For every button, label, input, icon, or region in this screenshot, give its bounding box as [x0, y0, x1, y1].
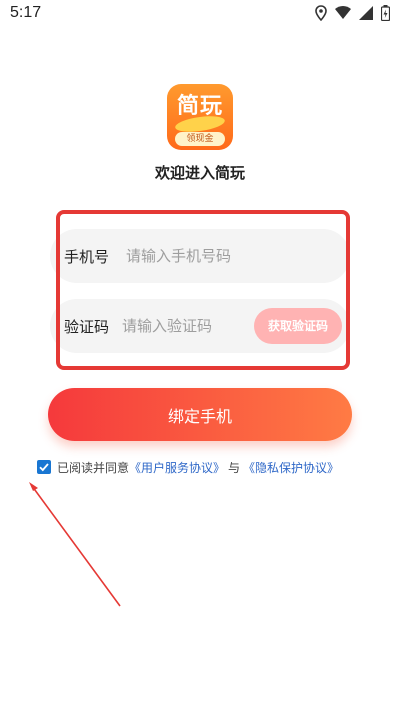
status-bar: 5:17 — [0, 0, 400, 28]
app-logo: 简玩 领现金 — [167, 84, 233, 150]
signal-icon — [359, 6, 373, 20]
bind-phone-button[interactable]: 绑定手机 — [48, 388, 352, 441]
logo-subtitle: 领现金 — [175, 132, 225, 146]
location-icon — [315, 5, 327, 21]
agreement-connector: 与 — [228, 460, 241, 475]
wifi-icon — [335, 6, 351, 20]
agreement-row: 已阅读并同意 《用户服务协议》 与 《隐私保护协议》 — [37, 458, 339, 476]
welcome-title: 欢迎进入简玩 — [154, 164, 245, 182]
privacy-policy-link[interactable]: 《隐私保护协议》 — [243, 459, 339, 476]
battery-icon — [381, 5, 390, 21]
agreement-prefix: 已阅读并同意 — [57, 460, 130, 475]
annotation-highlight-box — [56, 210, 350, 370]
user-agreement-link[interactable]: 《用户服务协议》 — [129, 459, 225, 476]
logo-title: 简玩 — [176, 94, 223, 119]
agreement-checkbox[interactable] — [37, 460, 51, 474]
status-time: 5:17 — [10, 4, 42, 21]
status-icons — [315, 5, 390, 21]
checkmark-icon — [39, 463, 49, 472]
